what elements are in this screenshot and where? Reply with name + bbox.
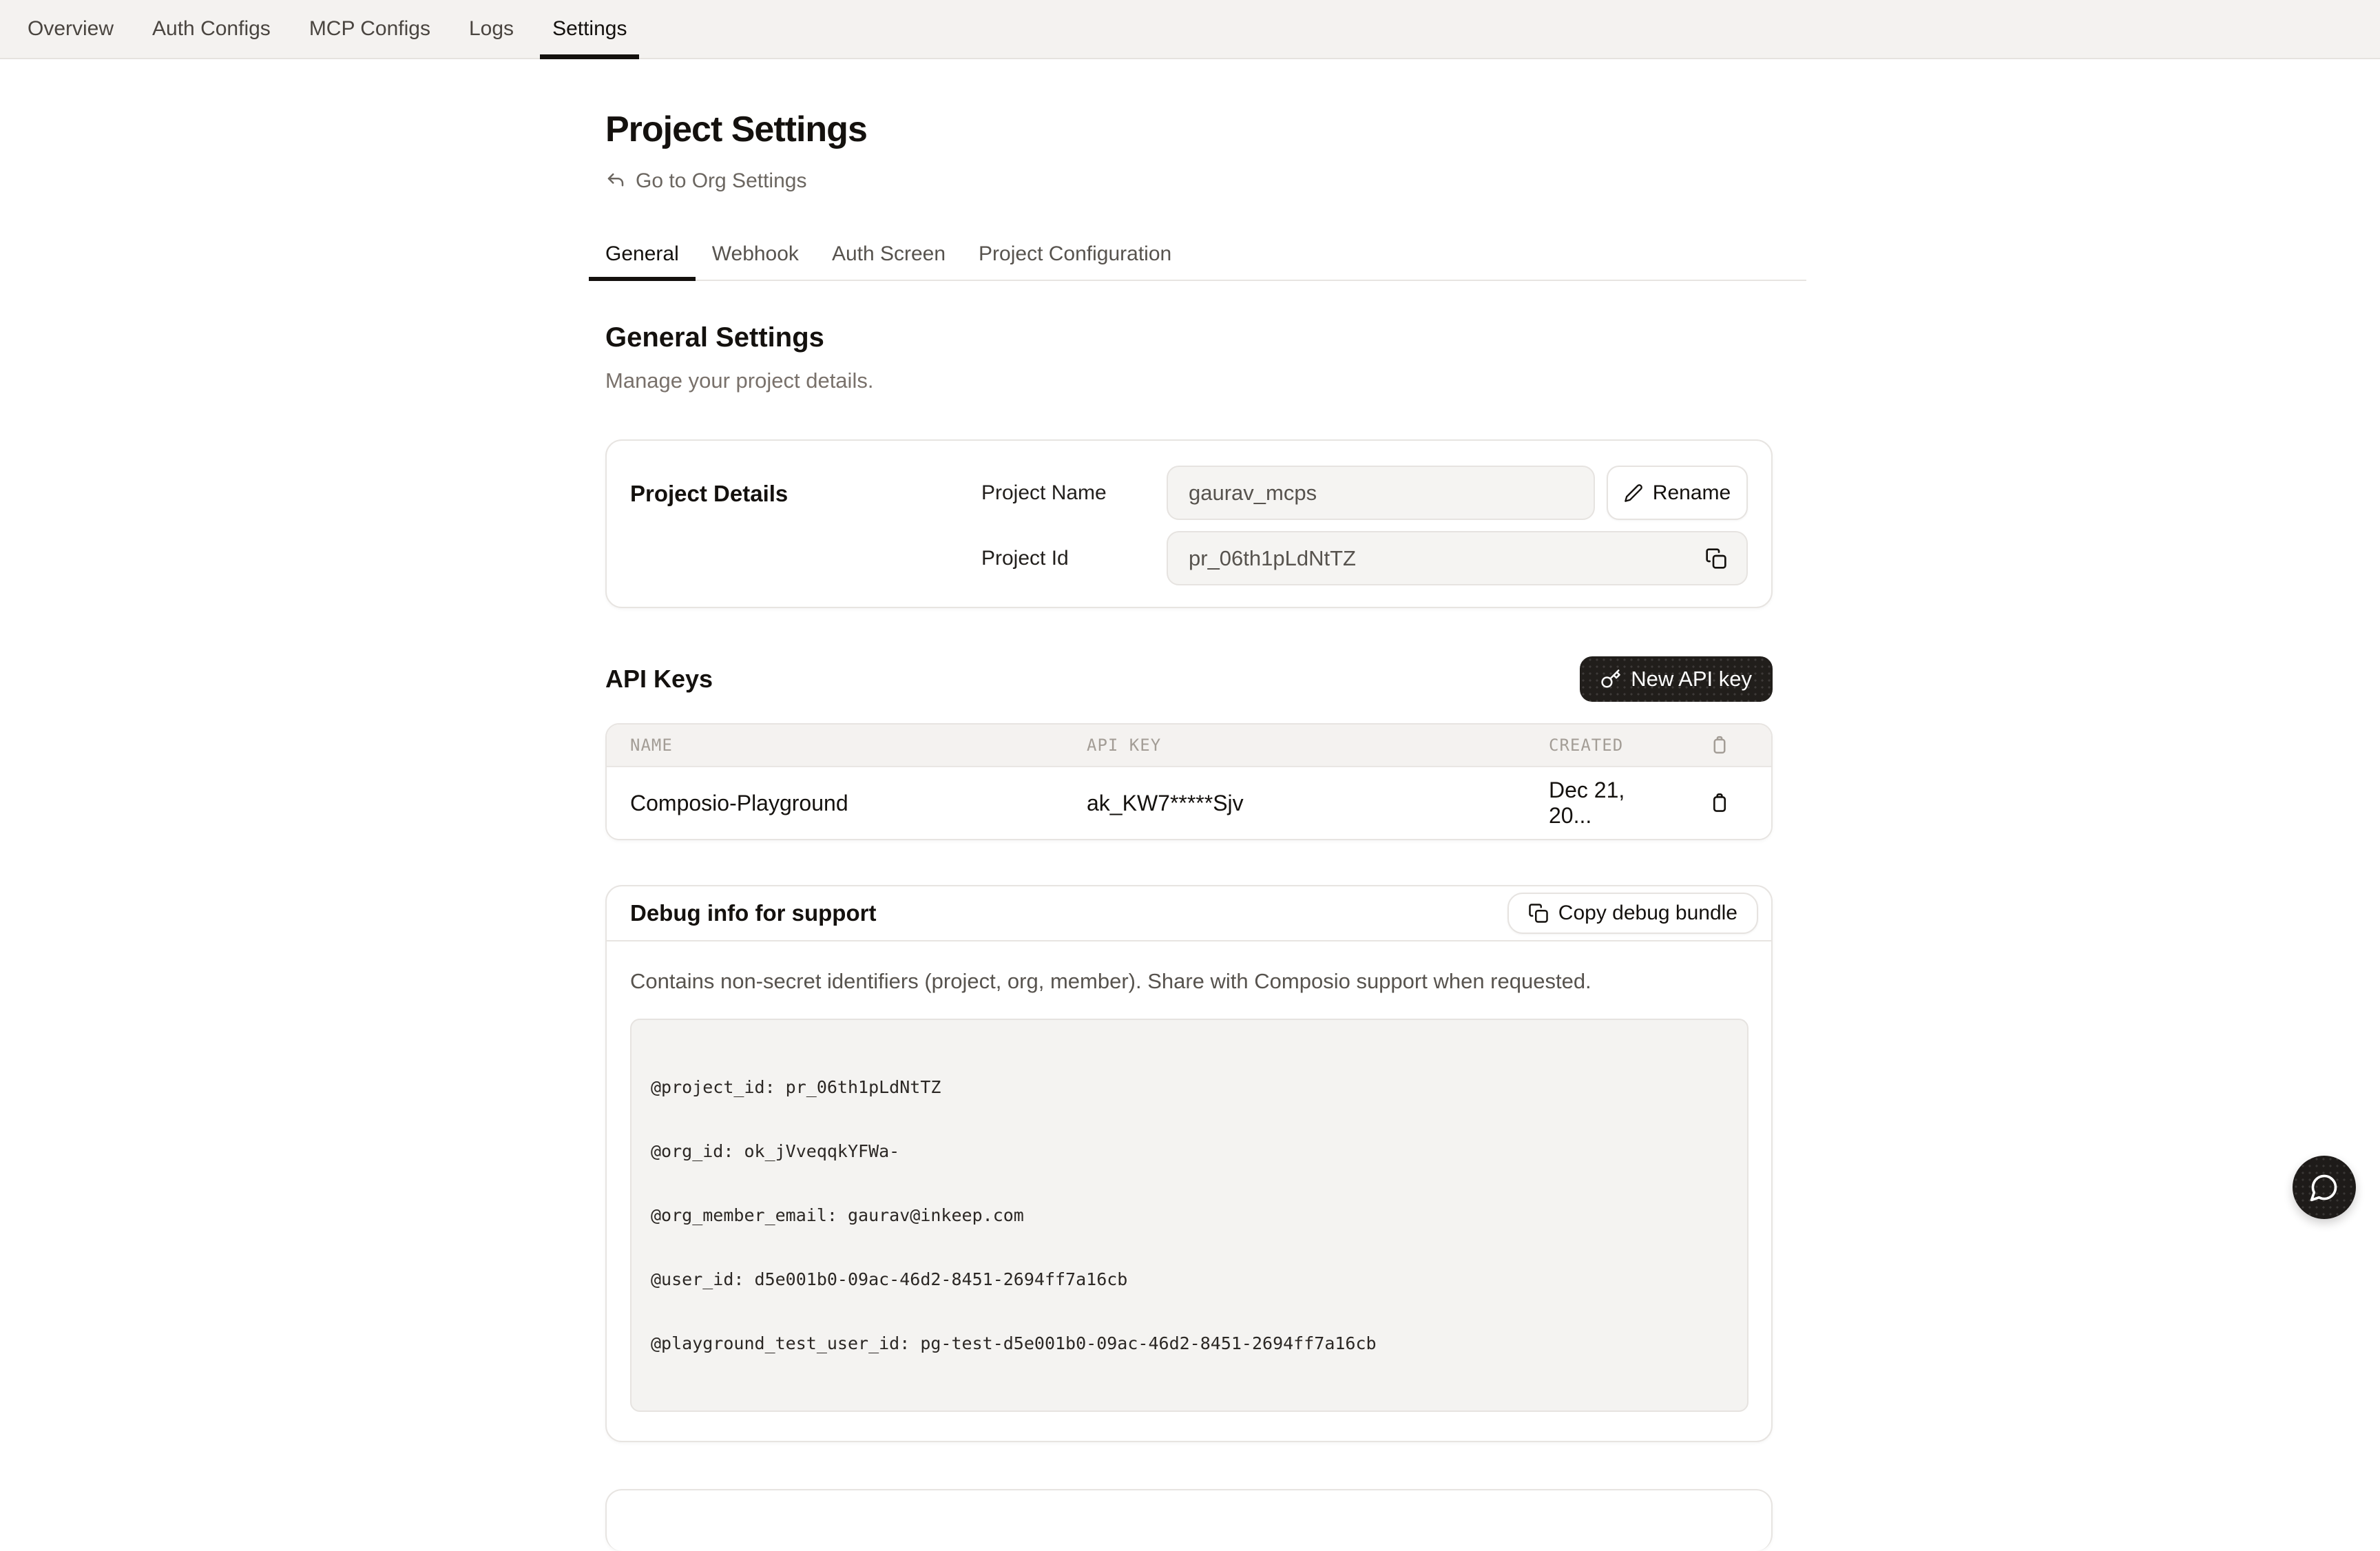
next-card-partial (605, 1489, 1773, 1551)
debug-description: Contains non-secret identifiers (project… (630, 969, 1749, 994)
go-to-org-settings-link[interactable]: Go to Org Settings (605, 169, 806, 193)
copy-debug-bundle-button[interactable]: Copy debug bundle (1507, 893, 1758, 934)
trash-icon (1709, 735, 1730, 756)
rename-button-label: Rename (1653, 481, 1731, 505)
support-chat-button[interactable] (2293, 1156, 2356, 1219)
delete-api-key-button[interactable] (1706, 789, 1733, 817)
debug-bundle-code-block: @project_id: pr_06th1pLdNtTZ @org_id: ok… (630, 1019, 1749, 1412)
column-name: NAME (630, 736, 1087, 755)
api-keys-header: API Keys New API key (605, 656, 1773, 702)
copy-icon (1705, 548, 1727, 570)
api-keys-heading: API Keys (605, 665, 713, 694)
general-settings-subtitle: Manage your project details. (605, 368, 1773, 393)
settings-page: Project Settings Go to Org Settings Gene… (605, 59, 1773, 1551)
api-key-row: Composio-Playground ak_KW7*****Sjv Dec 2… (607, 767, 1771, 839)
general-settings-heading: General Settings (605, 322, 1773, 353)
api-key-value: ak_KW7*****Sjv (1087, 791, 1549, 816)
code-line: @project_id: pr_06th1pLdNtTZ (651, 1076, 1728, 1098)
copy-project-id-button[interactable] (1702, 545, 1730, 572)
nav-item-settings[interactable]: Settings (552, 0, 627, 58)
tab-project-configuration[interactable]: Project Configuration (962, 242, 1188, 280)
column-api-key: API KEY (1087, 736, 1549, 755)
column-created: CREATED (1549, 736, 1668, 755)
project-name-label: Project Name (981, 481, 1167, 505)
tab-auth-screen[interactable]: Auth Screen (815, 242, 962, 280)
tab-webhook[interactable]: Webhook (696, 242, 815, 280)
page-title: Project Settings (605, 109, 1773, 150)
code-line: @org_member_email: gaurav@inkeep.com (651, 1205, 1728, 1226)
column-delete (1668, 735, 1771, 756)
project-id-label: Project Id (981, 547, 1167, 570)
trash-icon (1709, 792, 1731, 814)
api-keys-table-header: NAME API KEY CREATED (607, 725, 1771, 767)
settings-tabs: General Webhook Auth Screen Project Conf… (589, 242, 1806, 281)
nav-item-logs[interactable]: Logs (469, 0, 514, 58)
code-line: @user_id: d5e001b0-09ac-46d2-8451-2694ff… (651, 1269, 1728, 1290)
api-key-name: Composio-Playground (630, 791, 1087, 816)
debug-card-body: Contains non-secret identifiers (project… (607, 941, 1771, 1441)
project-details-card: Project Details Project Name Rename Pr (605, 439, 1773, 608)
project-id-input[interactable] (1189, 546, 1684, 571)
project-details-title: Project Details (630, 466, 981, 585)
project-name-row: Project Name Rename (981, 466, 1748, 520)
tab-general[interactable]: General (589, 242, 696, 280)
project-id-field-wrap (1167, 531, 1748, 585)
debug-info-card: Debug info for support Copy debug bundle… (605, 885, 1773, 1442)
new-api-key-button[interactable]: New API key (1580, 656, 1773, 702)
rename-button[interactable]: Rename (1607, 466, 1748, 520)
corner-up-left-icon (605, 171, 626, 191)
copy-debug-bundle-label: Copy debug bundle (1558, 902, 1737, 925)
project-name-input[interactable] (1189, 481, 1573, 506)
copy-icon (1528, 903, 1549, 924)
back-link-label: Go to Org Settings (636, 169, 806, 193)
api-key-actions (1668, 789, 1771, 817)
debug-card-header: Debug info for support Copy debug bundle (607, 886, 1771, 941)
project-details-form: Project Name Rename Project Id (981, 466, 1748, 585)
debug-card-title: Debug info for support (630, 900, 876, 926)
api-keys-table: NAME API KEY CREATED Composio-Playground… (605, 723, 1773, 840)
chat-bubble-icon (2309, 1172, 2339, 1203)
pencil-icon (1624, 483, 1643, 503)
api-key-created: Dec 21, 20... (1549, 778, 1668, 829)
nav-item-auth-configs[interactable]: Auth Configs (152, 0, 271, 58)
key-icon (1600, 669, 1621, 689)
code-line: @org_id: ok_jVveqqkYFWa- (651, 1141, 1728, 1162)
nav-item-overview[interactable]: Overview (28, 0, 114, 58)
top-nav: Overview Auth Configs MCP Configs Logs S… (0, 0, 2380, 59)
project-id-row: Project Id (981, 531, 1748, 585)
code-line: @playground_test_user_id: pg-test-d5e001… (651, 1333, 1728, 1354)
new-api-key-label: New API key (1631, 667, 1752, 691)
project-name-field-wrap (1167, 466, 1595, 520)
nav-item-mcp-configs[interactable]: MCP Configs (309, 0, 430, 58)
